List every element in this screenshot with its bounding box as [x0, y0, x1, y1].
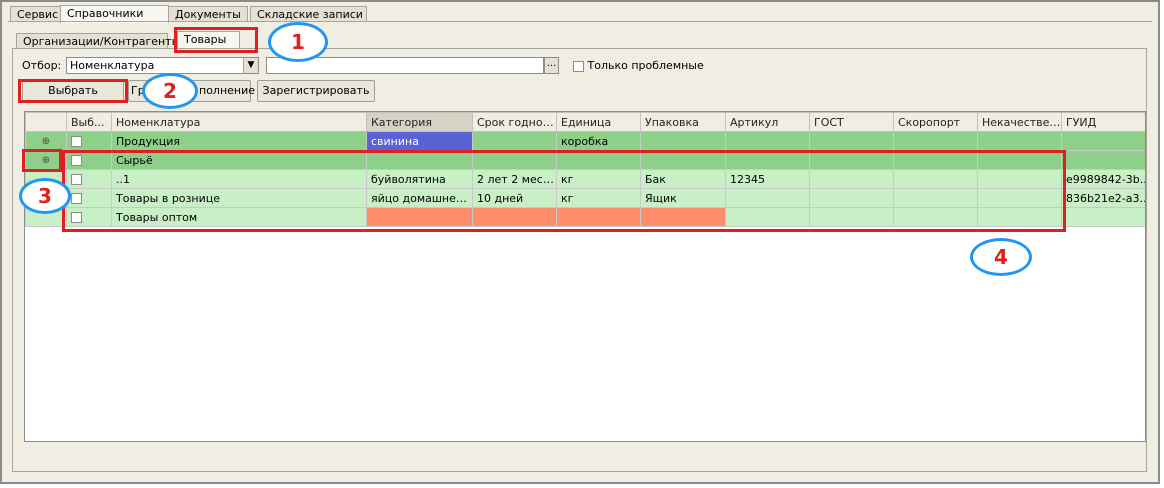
- table-header: Выб... Номенклатура Категория Срок годно…: [25, 112, 1145, 132]
- only-problem-option[interactable]: Только проблемные: [573, 59, 704, 72]
- col-header-guid[interactable]: ГУИД: [1061, 112, 1145, 132]
- cell-guid[interactable]: [1061, 131, 1145, 151]
- col-header-unit[interactable]: Единица: [556, 112, 641, 132]
- cell-packaging[interactable]: [640, 131, 726, 151]
- col-header-defective[interactable]: Некачествен...: [977, 112, 1062, 132]
- highlight-goods-tab: [174, 27, 258, 53]
- col-header-article[interactable]: Артикул: [725, 112, 810, 132]
- tab-organizations-contractors[interactable]: Организации/Контрагенты: [16, 33, 180, 49]
- cell-gost[interactable]: [809, 131, 894, 151]
- cell-guid[interactable]: [1061, 207, 1145, 227]
- choose-value-button[interactable]: ...: [544, 57, 559, 74]
- cell-category[interactable]: свинина: [366, 131, 473, 151]
- chevron-down-icon[interactable]: ▼: [243, 58, 258, 73]
- cell-guid[interactable]: 836b21e2-a3...: [1061, 188, 1145, 208]
- highlight-select-button: [18, 79, 128, 103]
- cell-guid[interactable]: e9989842-3b...: [1061, 169, 1145, 189]
- cell-perishable[interactable]: [893, 131, 978, 151]
- callout-1: 1: [268, 22, 328, 62]
- col-header-perishable[interactable]: Скоропорт: [893, 112, 978, 132]
- col-header-gost[interactable]: ГОСТ: [809, 112, 894, 132]
- row-checkbox[interactable]: [71, 136, 82, 147]
- cell-nomenclature[interactable]: Продукция: [111, 131, 367, 151]
- cell-unit[interactable]: коробка: [556, 131, 641, 151]
- group-fill-label-right: полнение: [199, 84, 256, 97]
- filter-field-value: Номенклатура: [70, 59, 155, 72]
- highlight-expand-control: [22, 149, 62, 172]
- tab-bar-divider: [8, 21, 1152, 22]
- only-problem-label: Только проблемные: [587, 59, 704, 72]
- callout-4: 4: [970, 238, 1032, 276]
- only-problem-checkbox[interactable]: [573, 60, 584, 72]
- tab-service[interactable]: Сервис: [10, 6, 62, 22]
- register-button[interactable]: Зарегистрировать: [257, 80, 375, 102]
- highlight-table-rows: [62, 150, 1066, 232]
- col-header-nomenclature[interactable]: Номенклатура: [111, 112, 367, 132]
- col-header-packaging[interactable]: Упаковка: [640, 112, 726, 132]
- callout-3: 3: [19, 178, 71, 214]
- row-select-cell[interactable]: [66, 131, 112, 151]
- col-header-shelf-life[interactable]: Срок годности: [472, 112, 557, 132]
- filter-field-select[interactable]: Номенклатура ▼: [66, 57, 259, 74]
- filter-label: Отбор:: [22, 59, 62, 72]
- window-frame: Сервис Справочники Документы Складские з…: [0, 0, 1160, 484]
- col-header-expand[interactable]: [25, 112, 67, 132]
- cell-shelf-life[interactable]: [472, 131, 557, 151]
- cell-article[interactable]: [725, 131, 810, 151]
- cell-defective[interactable]: [977, 131, 1062, 151]
- table-row[interactable]: ⊕ Продукция свинина коробка: [25, 131, 1145, 151]
- cell-guid[interactable]: [1061, 150, 1145, 170]
- callout-2: 2: [142, 73, 198, 109]
- col-header-category[interactable]: Категория: [366, 112, 473, 132]
- col-header-selected[interactable]: Выб...: [66, 112, 112, 132]
- tab-warehouse-records[interactable]: Складские записи: [250, 6, 367, 22]
- tab-documents[interactable]: Документы: [168, 6, 248, 22]
- expand-icon[interactable]: ⊕: [25, 131, 67, 151]
